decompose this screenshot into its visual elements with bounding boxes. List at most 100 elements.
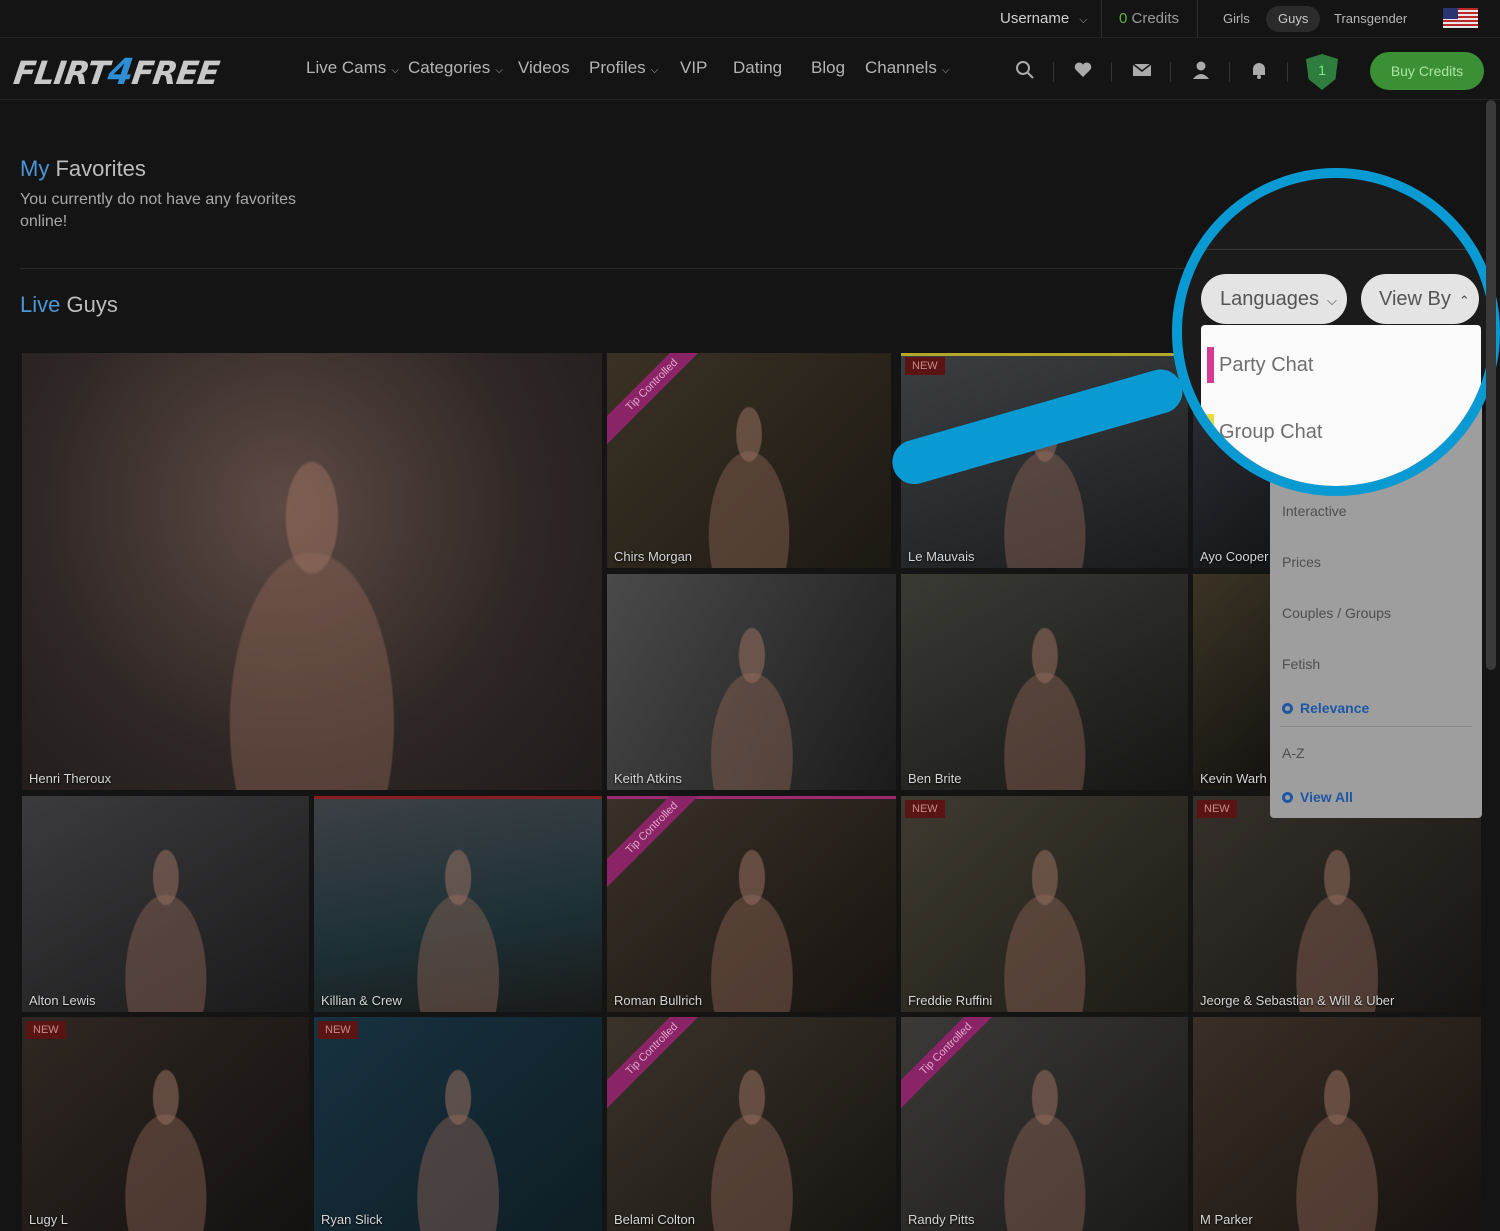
performer-tile[interactable]: NEW Lugy L — [22, 1017, 309, 1231]
performer-thumbnail — [102, 1068, 229, 1231]
performer-name: Freddie Ruffini — [908, 993, 993, 1008]
performer-name: Keith Atkins — [614, 771, 682, 786]
favorites-empty-message: You currently do not have any favorites … — [20, 191, 297, 230]
credits-link[interactable]: 0 Credits — [1119, 10, 1179, 27]
performer-name: Henri Theroux — [29, 771, 112, 786]
performer-thumbnail — [686, 404, 812, 568]
performer-tile[interactable]: M Parker — [1193, 1017, 1481, 1231]
view-by-dropdown-toggle[interactable]: View By ⌃ — [1361, 274, 1479, 324]
divider — [1101, 0, 1102, 38]
logo-text: FREE — [129, 54, 222, 92]
divider — [1111, 62, 1112, 82]
divider — [1229, 62, 1230, 82]
dropdown-label: View By — [1379, 288, 1451, 310]
filter-option-interactive[interactable]: Interactive — [1282, 503, 1347, 519]
search-icon[interactable] — [1014, 60, 1036, 82]
magnified-view: Languages ⌵ View By ⌃ Party Chat Group Cha… — [1182, 178, 1490, 486]
performer-tile[interactable]: Tip Controlled Roman Bullrich — [607, 796, 896, 1012]
performer-name: M Parker — [1200, 1212, 1253, 1227]
performer-thumbnail — [981, 847, 1108, 1012]
performer-name: Randy Pitts — [908, 1212, 975, 1227]
performer-name: Le Mauvais — [908, 549, 975, 564]
gender-tab-guys[interactable]: Guys — [1266, 6, 1321, 32]
performer-tile[interactable]: Tip Controlled Belami Colton — [607, 1017, 896, 1231]
divider — [1280, 726, 1472, 727]
mail-icon[interactable] — [1131, 60, 1153, 82]
divider — [1197, 0, 1198, 38]
magnifier-lens: Languages ⌵ View By ⌃ Party Chat Group Cha… — [1172, 168, 1500, 496]
view-option-view-all[interactable]: View All — [1282, 789, 1353, 805]
sort-option-relevance[interactable]: Relevance — [1282, 700, 1369, 716]
nav-dating[interactable]: Dating — [733, 58, 782, 78]
page-scrollbar[interactable] — [1486, 100, 1496, 670]
filter-option-couples-groups[interactable]: Couples / Groups — [1282, 605, 1391, 621]
heading-accent: Live — [20, 292, 61, 317]
performer-tile[interactable]: NEW Jeorge & Sebastian & Will & Uber — [1193, 796, 1481, 1012]
filter-option-fetish[interactable]: Fetish — [1282, 656, 1320, 672]
performer-tile[interactable]: Henri Theroux — [22, 353, 602, 790]
performer-thumbnail — [687, 1068, 816, 1231]
dropdown-label: Languages — [1220, 288, 1319, 310]
chevron-down-icon: ⌵ — [650, 65, 659, 76]
gender-tab-transgender[interactable]: Transgender — [1322, 6, 1419, 32]
languages-dropdown[interactable]: Languages ⌵ — [1201, 274, 1347, 324]
divider — [1182, 249, 1482, 250]
performer-tile[interactable]: Keith Atkins — [607, 574, 896, 790]
chevron-down-icon: ⌵ — [391, 65, 399, 76]
bell-icon[interactable] — [1248, 60, 1270, 82]
filter-option-prices[interactable]: Prices — [1282, 554, 1321, 570]
nav-label: Channels — [865, 58, 937, 77]
performer-name: Alton Lewis — [29, 993, 96, 1008]
performer-tile[interactable]: NEW Freddie Ruffini — [901, 796, 1188, 1012]
nav-channels[interactable]: Channels ⌵ — [865, 58, 949, 78]
user-icon[interactable] — [1190, 60, 1212, 82]
nav-profiles[interactable]: Profiles ⌵ — [589, 58, 658, 78]
group-chat-marker — [1207, 414, 1214, 450]
party-chat-marker — [1207, 347, 1214, 383]
performer-thumbnail — [394, 1068, 522, 1231]
chevron-down-icon: ⌵ — [495, 65, 503, 76]
nav-blog[interactable]: Blog — [811, 58, 845, 78]
radio-selected-icon — [1282, 792, 1293, 803]
nav-label: Blog — [811, 58, 846, 77]
new-badge: NEW — [26, 1021, 66, 1039]
heart-icon[interactable] — [1072, 60, 1094, 82]
filter-option-party-chat[interactable]: Party Chat — [1219, 354, 1313, 377]
us-flag-icon[interactable] — [1443, 8, 1478, 28]
performer-name: Ryan Slick — [321, 1212, 383, 1227]
performer-tile[interactable]: Alton Lewis — [22, 796, 309, 1012]
nav-categories[interactable]: Categories ⌵ — [408, 58, 503, 78]
performer-thumbnail — [1273, 847, 1401, 1012]
nav-vip[interactable]: VIP — [680, 58, 707, 78]
nav-label: Profiles — [589, 58, 646, 77]
performer-tile[interactable]: Ben Brite — [901, 574, 1188, 790]
site-logo[interactable]: FLIRT4FREE — [11, 52, 221, 93]
new-badge: NEW — [905, 800, 945, 818]
option-label: View All — [1300, 789, 1353, 805]
main-navbar: FLIRT4FREE Live Cams ⌵ Categories ⌵ Videos… — [0, 38, 1500, 100]
performer-tile[interactable]: NEW Ryan Slick — [314, 1017, 602, 1231]
buy-credits-button[interactable]: Buy Credits — [1370, 52, 1484, 90]
favorites-heading: My Favorites — [20, 156, 146, 182]
performer-tile[interactable]: Tip Controlled Chirs Morgan — [607, 353, 891, 568]
heading-text: Guys — [60, 292, 118, 317]
performer-thumbnail — [184, 457, 440, 790]
heading-text: Favorites — [49, 156, 146, 181]
performer-tile[interactable]: Killian & Crew — [314, 796, 602, 1012]
nav-live-cams[interactable]: Live Cams ⌵ — [306, 58, 399, 78]
performer-tile[interactable]: Tip Controlled Randy Pitts — [901, 1017, 1188, 1231]
gender-tab-girls[interactable]: Girls — [1211, 6, 1262, 32]
performer-name: Chirs Morgan — [614, 549, 693, 564]
level-count: 1 — [1318, 62, 1326, 78]
performer-tile[interactable]: Kevin Warh — [1193, 574, 1270, 790]
level-shield-icon[interactable]: 1 — [1306, 54, 1338, 90]
filter-option-group-chat[interactable]: Group Chat — [1219, 421, 1322, 444]
performer-name: Lugy L — [29, 1212, 69, 1227]
divider — [1287, 62, 1288, 82]
performer-name: Jeorge & Sebastian & Will & Uber — [1200, 993, 1395, 1008]
username-menu[interactable]: Username ⌵ — [1000, 10, 1088, 27]
performer-name: Ayo Cooper — [1200, 549, 1269, 564]
sort-option-a-z[interactable]: A-Z — [1282, 745, 1305, 761]
nav-videos[interactable]: Videos — [518, 58, 570, 78]
nav-label: Categories — [408, 58, 491, 77]
